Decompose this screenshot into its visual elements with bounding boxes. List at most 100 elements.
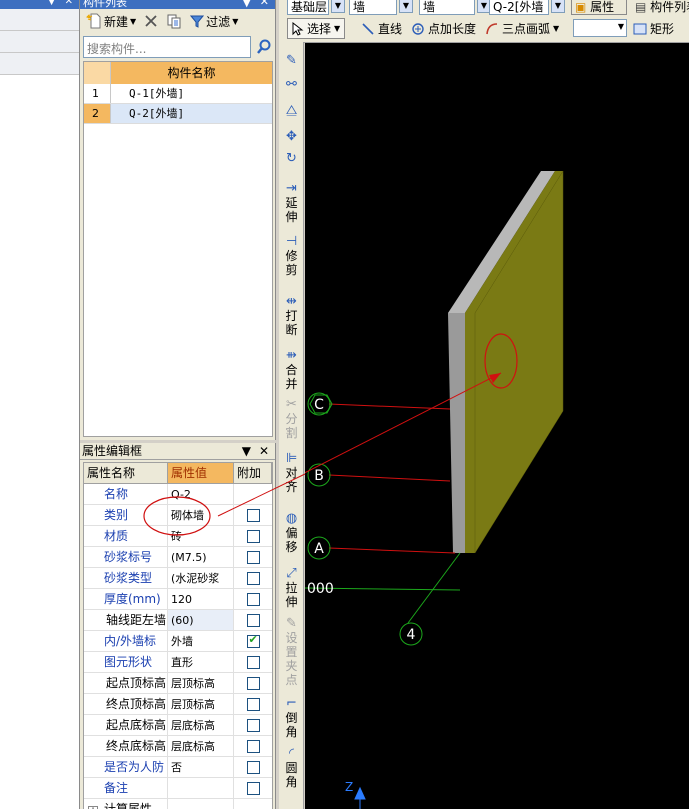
property-row[interactable]: 砂浆类型 (水泥砂浆 bbox=[84, 568, 272, 589]
floor-select[interactable]: 基础层 bbox=[287, 0, 329, 15]
grip-icon: ✎ bbox=[286, 616, 297, 631]
left-pane-row[interactable] bbox=[0, 9, 79, 31]
add-checkbox[interactable] bbox=[246, 760, 260, 774]
break-tool-button[interactable]: ⇹ 打断 bbox=[279, 295, 304, 338]
property-add-header: 附加 bbox=[234, 463, 272, 483]
search-button[interactable] bbox=[254, 36, 274, 58]
table-row-selected[interactable]: 2 Q-2[外墙] bbox=[84, 104, 272, 124]
line-button[interactable]: 直线 bbox=[361, 20, 402, 37]
add-checkbox[interactable] bbox=[246, 676, 260, 690]
pen-tool-button[interactable]: ✎ bbox=[279, 54, 304, 68]
split-tool-button[interactable]: ✂ 分割 bbox=[279, 398, 304, 441]
property-row[interactable]: 名称 Q-2 bbox=[84, 484, 272, 505]
property-value[interactable]: 否 bbox=[168, 757, 234, 777]
property-value[interactable]: 120 bbox=[168, 589, 234, 609]
property-row[interactable]: 起点底标高 层底标高 bbox=[84, 715, 272, 736]
extend-tool-button[interactable]: ⇥ 延伸 bbox=[279, 182, 304, 225]
property-row[interactable]: 终点顶标高 层顶标高 bbox=[84, 694, 272, 715]
property-row[interactable]: 图元形状 直形 bbox=[84, 652, 272, 673]
copy-button[interactable] bbox=[164, 11, 184, 31]
property-row[interactable]: 轴线距左墙 (60) bbox=[84, 610, 272, 631]
property-add-cell bbox=[234, 778, 272, 798]
select-button[interactable]: 选择 ▼ bbox=[287, 18, 346, 39]
left-pane-row[interactable] bbox=[0, 53, 79, 75]
drawing-canvas[interactable]: C B A 4 000 Z bbox=[305, 43, 689, 809]
pin-icon[interactable]: ▼ bbox=[243, 0, 251, 9]
property-value[interactable]: 层顶标高 bbox=[168, 694, 234, 714]
property-row[interactable]: 终点底标高 层底标高 bbox=[84, 736, 272, 757]
property-row[interactable]: 起点顶标高 层顶标高 bbox=[84, 673, 272, 694]
properties-button[interactable]: ▣ 属性 bbox=[571, 0, 627, 15]
add-checkbox[interactable] bbox=[246, 613, 260, 627]
add-checkbox[interactable] bbox=[246, 655, 260, 669]
add-checkbox[interactable] bbox=[246, 633, 260, 648]
add-checkbox[interactable] bbox=[246, 739, 260, 753]
align-tool-button[interactable]: ⊫ 对齐 bbox=[279, 451, 304, 495]
merge-tool-button[interactable]: ⇻ 合并 bbox=[279, 349, 304, 392]
property-row[interactable]: 砂浆标号 (M7.5) bbox=[84, 547, 272, 568]
property-value[interactable]: 层底标高 bbox=[168, 715, 234, 735]
property-row[interactable]: 材质砖 bbox=[84, 526, 272, 547]
add-checkbox[interactable] bbox=[246, 781, 260, 795]
offset-tool-button[interactable]: ◍ 偏移 bbox=[279, 512, 304, 555]
property-value[interactable]: 外墙 bbox=[168, 631, 234, 651]
property-value[interactable]: 层底标高 bbox=[168, 736, 234, 756]
add-checkbox[interactable] bbox=[246, 571, 260, 585]
draw-mode-select[interactable]: ▼ bbox=[573, 19, 627, 37]
left-pane-row[interactable] bbox=[0, 31, 79, 53]
new-component-button[interactable]: 新建 ▼ bbox=[84, 11, 138, 32]
close-icon[interactable]: ✕ bbox=[259, 443, 269, 460]
add-checkbox[interactable] bbox=[246, 508, 260, 522]
search-input[interactable]: 搜索构件... bbox=[83, 36, 251, 58]
close-icon[interactable]: ✕ bbox=[260, 0, 269, 8]
add-checkbox[interactable] bbox=[246, 718, 260, 732]
fillet-tool-button[interactable]: ◜ 圆角 bbox=[279, 747, 304, 790]
type-select-2[interactable]: 墙 bbox=[419, 0, 475, 15]
three-point-arc-button[interactable]: 三点画弧 ▼ bbox=[485, 20, 559, 37]
type-select-1[interactable]: 墙 bbox=[349, 0, 397, 15]
property-row[interactable]: 厚度(mm) 120 bbox=[84, 589, 272, 610]
property-value[interactable]: Q-2 bbox=[168, 484, 234, 504]
trim-tool-button[interactable]: ⊣ 修剪 bbox=[279, 235, 304, 278]
mirror-tool-button[interactable]: ⧋ bbox=[279, 104, 304, 118]
add-checkbox[interactable] bbox=[246, 529, 260, 543]
close-icon[interactable]: ✕ bbox=[65, 0, 73, 7]
grip-tool-button[interactable]: ✎ 设置夹点 bbox=[279, 616, 304, 688]
chamfer-tool-button[interactable]: ⌐ 倒角 bbox=[279, 697, 304, 740]
copy-tool-button[interactable]: ⚯ bbox=[279, 78, 304, 92]
rotate-tool-button[interactable]: ↻ bbox=[279, 152, 304, 166]
component-list-button[interactable]: ▤ 构件列表 bbox=[631, 0, 689, 15]
property-row[interactable]: +计算属性 bbox=[84, 799, 272, 809]
pin-icon[interactable]: ▼ bbox=[48, 0, 55, 7]
pin-icon[interactable]: ▼ bbox=[242, 443, 251, 460]
property-value[interactable]: 直形 bbox=[168, 652, 234, 672]
property-row[interactable]: 内/外墙标 外墙 bbox=[84, 631, 272, 652]
filter-button[interactable]: 过滤 ▼ bbox=[188, 11, 240, 32]
add-checkbox[interactable] bbox=[246, 697, 260, 711]
property-value[interactable] bbox=[168, 799, 234, 809]
property-row[interactable]: 备注 bbox=[84, 778, 272, 799]
property-row[interactable]: 类别 砌体墙 bbox=[84, 505, 272, 526]
property-value[interactable]: 砖 bbox=[168, 526, 234, 546]
property-value[interactable]: (M7.5) bbox=[168, 547, 234, 567]
component-select[interactable]: Q-2[外墙 bbox=[489, 0, 549, 15]
point-length-button[interactable]: 点加长度 bbox=[411, 20, 476, 37]
rectangle-button[interactable]: 矩形 bbox=[633, 20, 674, 37]
align-icon: ⊫ bbox=[285, 451, 298, 466]
chevron-down-icon[interactable]: ▼ bbox=[399, 0, 413, 13]
property-value[interactable]: (水泥砂浆 bbox=[168, 568, 234, 588]
add-checkbox[interactable] bbox=[246, 592, 260, 606]
table-row[interactable]: 1 Q-1[外墙] bbox=[84, 84, 272, 104]
properties-label: 属性 bbox=[590, 0, 615, 14]
stretch-tool-button[interactable]: ⤢ 拉伸 bbox=[279, 567, 304, 610]
move-tool-button[interactable]: ✥ bbox=[279, 130, 304, 144]
property-value[interactable]: (60) bbox=[168, 610, 234, 630]
chevron-down-icon[interactable]: ▼ bbox=[551, 0, 565, 13]
property-row[interactable]: 是否为人防否 bbox=[84, 757, 272, 778]
property-value[interactable] bbox=[168, 778, 234, 798]
delete-button[interactable] bbox=[142, 12, 160, 30]
property-value[interactable]: 层顶标高 bbox=[168, 673, 234, 693]
add-checkbox[interactable] bbox=[246, 550, 260, 564]
chevron-down-icon[interactable]: ▼ bbox=[331, 0, 345, 13]
property-value[interactable]: 砌体墙 bbox=[168, 505, 234, 525]
